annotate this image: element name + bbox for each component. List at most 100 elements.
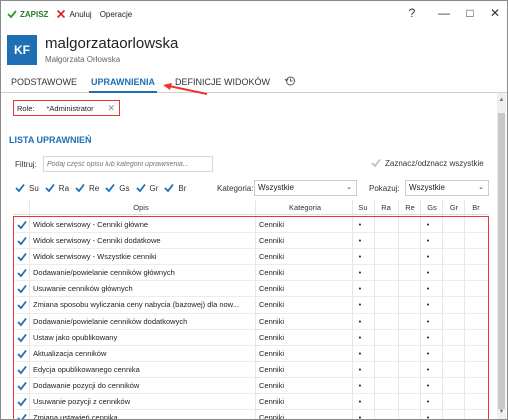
type-filter-gs[interactable]: Gs xyxy=(105,183,130,193)
table-row[interactable]: Aktualizacja cenników Cenniki • • xyxy=(14,346,488,362)
help-icon[interactable]: ? xyxy=(405,6,419,20)
role-field[interactable]: Role: *Administrator ✕ xyxy=(13,100,120,116)
row-gs-mark: • xyxy=(426,236,430,246)
row-checkbox[interactable] xyxy=(17,317,27,327)
row-gs-mark: • xyxy=(426,397,430,407)
row-su-mark: • xyxy=(358,220,362,229)
row-description: Usuwanie cenników głównych xyxy=(33,284,133,294)
table-row[interactable]: Widok serwisowy - Cenniki główne Cenniki •… xyxy=(14,217,488,234)
chevron-down-icon: ⌄ xyxy=(346,184,352,191)
col-header-kategoria[interactable]: Kategoria xyxy=(257,200,353,215)
row-checkbox[interactable] xyxy=(17,252,27,262)
row-checkbox[interactable] xyxy=(17,300,27,310)
operations-menu[interactable]: Operacje xyxy=(100,1,132,27)
scroll-down-icon[interactable]: ▼ xyxy=(497,407,506,417)
select-all-checkbox[interactable]: Zaznacz/odznacz wszystkie xyxy=(371,158,484,168)
type-filter-label: Su xyxy=(29,183,39,193)
type-filter-su[interactable]: Su xyxy=(15,183,39,193)
row-checkbox[interactable] xyxy=(17,381,27,391)
role-value: *Administrator xyxy=(46,103,94,113)
table-row[interactable]: Edycja opublikowanego cennika Cenniki • • xyxy=(14,362,488,378)
row-description: Ustaw jako opublikowany xyxy=(33,332,118,342)
row-su-mark: • xyxy=(358,268,362,278)
type-filter-ra[interactable]: Ra xyxy=(45,183,69,193)
row-checkbox[interactable] xyxy=(17,413,27,419)
role-label: Role: xyxy=(17,103,35,113)
row-category: Cenniki xyxy=(259,252,285,262)
row-checkbox[interactable] xyxy=(17,284,27,294)
type-filter-br[interactable]: Br xyxy=(164,183,186,193)
category-value: Wszystkie xyxy=(258,183,294,192)
show-label: Pokazuj: xyxy=(369,184,400,193)
row-gs-mark: • xyxy=(426,364,430,374)
col-header-re[interactable]: Re xyxy=(399,200,421,215)
checkbox-icon xyxy=(45,183,55,193)
table-row[interactable]: Dodawanie/powielanie cenników dodatkowyc… xyxy=(14,314,488,330)
table-row[interactable]: Dodawanie/powielanie cenników głównych Ce… xyxy=(14,265,488,282)
table-row[interactable]: Usuwanie cenników głównych Cenniki • • xyxy=(14,281,488,298)
cancel-button[interactable]: Anuluj xyxy=(56,1,92,27)
window: ZAPISZ Anuluj Operacje ? — □ ✕ KF malgor… xyxy=(0,0,508,420)
row-gs-mark: • xyxy=(426,300,430,310)
maximize-icon[interactable]: □ xyxy=(463,6,477,20)
scrollbar-thumb[interactable] xyxy=(498,113,505,409)
table-row[interactable]: Ustaw jako opublikowany Cenniki • • xyxy=(14,330,488,346)
row-description: Widok serwisowy - Cenniki dodatkowe xyxy=(33,236,161,246)
row-category: Cenniki xyxy=(259,364,285,374)
col-header-br[interactable]: Br xyxy=(465,200,487,215)
col-header-opis[interactable]: Opis xyxy=(29,200,253,215)
row-description: Widok serwisowy - Cenniki główne xyxy=(33,220,149,229)
chevron-down-icon: ⌄ xyxy=(478,184,484,191)
table-row[interactable]: Dodawanie pozycji do cenników Cenniki • • xyxy=(14,378,488,395)
minimize-icon[interactable]: — xyxy=(437,6,451,20)
row-description: Zmiana sposobu wyliczania ceny nabycia (… xyxy=(33,300,239,310)
show-value: Wszystkie xyxy=(409,183,445,192)
save-label: ZAPISZ xyxy=(20,9,49,19)
col-header-su[interactable]: Su xyxy=(353,200,373,215)
tab-podstawowe[interactable]: PODSTAWOWE xyxy=(9,73,79,93)
scroll-up-icon[interactable]: ▲ xyxy=(497,95,506,105)
filter-label: Filtruj: xyxy=(15,160,37,169)
table-row[interactable]: Widok serwisowy - Cenniki dodatkowe Cenni… xyxy=(14,233,488,250)
col-header-gs[interactable]: Gs xyxy=(421,200,443,215)
cancel-label: Anuluj xyxy=(69,9,92,19)
type-filter-label: Re xyxy=(89,183,100,193)
table-row[interactable]: Zmiana sposobu wyliczania ceny nabycia (… xyxy=(14,297,488,314)
row-description: Usuwanie pozycji z cenników xyxy=(33,397,131,407)
row-category: Cenniki xyxy=(259,397,285,407)
row-gs-mark: • xyxy=(426,380,430,390)
history-icon[interactable] xyxy=(284,75,296,87)
user-login: malgorzataorlowska xyxy=(45,35,179,52)
section-title: LISTA UPRAWNIEŃ xyxy=(9,135,92,145)
row-checkbox[interactable] xyxy=(17,365,27,375)
row-checkbox[interactable] xyxy=(17,333,27,343)
col-header-gr[interactable]: Gr xyxy=(443,200,465,215)
operations-label: Operacje xyxy=(99,9,133,19)
tab-bar: PODSTAWOWE UPRAWNIENIA DEFINICJE WIDOKÓW xyxy=(1,73,507,93)
table-row[interactable]: Zmiana ustawień cennika Cenniki • • xyxy=(14,410,488,419)
type-filter-re[interactable]: Re xyxy=(75,183,99,193)
row-checkbox[interactable] xyxy=(17,397,27,407)
row-gs-mark: • xyxy=(426,284,430,294)
save-button[interactable]: ZAPISZ xyxy=(7,1,48,27)
row-checkbox[interactable] xyxy=(17,220,27,230)
vertical-scrollbar[interactable]: ▲ ▼ xyxy=(497,93,506,419)
row-category: Cenniki xyxy=(259,348,285,358)
table-row[interactable]: Widok serwisowy - Wszystkie cenniki Cenni… xyxy=(14,249,488,266)
row-category: Cenniki xyxy=(259,316,285,326)
row-checkbox[interactable] xyxy=(17,236,27,246)
category-select[interactable]: Wszystkie ⌄ xyxy=(254,180,357,196)
filter-input[interactable] xyxy=(43,156,213,172)
row-gs-mark: • xyxy=(426,220,430,229)
row-gs-mark: • xyxy=(426,268,430,278)
row-checkbox[interactable] xyxy=(17,268,27,278)
clear-icon[interactable]: ✕ xyxy=(107,103,115,114)
col-header-ra[interactable]: Ra xyxy=(375,200,397,215)
show-select[interactable]: Wszystkie ⌄ xyxy=(405,180,489,196)
type-filter-gr[interactable]: Gr xyxy=(135,183,158,193)
category-label: Kategoria: xyxy=(217,184,254,193)
tab-uprawnienia[interactable]: UPRAWNIENIA xyxy=(89,73,158,93)
close-window-icon[interactable]: ✕ xyxy=(488,6,502,20)
table-row[interactable]: Usuwanie pozycji z cenników Cenniki • • xyxy=(14,394,488,411)
row-checkbox[interactable] xyxy=(17,349,27,359)
